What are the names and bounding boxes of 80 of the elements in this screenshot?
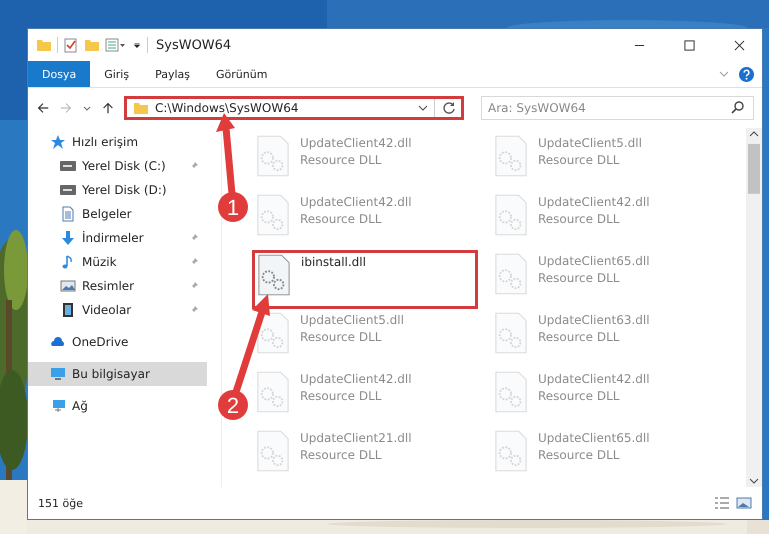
folder-icon	[133, 100, 149, 116]
settings-file-icon	[494, 193, 528, 237]
settings-file-icon	[494, 370, 528, 414]
down-arrow-icon	[60, 230, 76, 246]
settings-file-icon	[494, 134, 528, 178]
file-name: UpdateClient42.dll	[538, 195, 650, 209]
list-caret-icon[interactable]	[105, 37, 127, 53]
file-name: UpdateClient65.dll	[538, 254, 650, 268]
file-type: Resource DLL	[538, 448, 620, 462]
settings-file-icon	[494, 311, 528, 355]
search-field[interactable]: Ara: SysWOW64	[481, 96, 754, 120]
properties-icon[interactable]	[63, 37, 79, 53]
item-count: 151 öğe	[38, 496, 83, 510]
file-type: Resource DLL	[538, 389, 620, 403]
nav-item[interactable]: Bu bilgisayar	[28, 362, 207, 386]
maximize-icon[interactable]	[684, 40, 695, 50]
drive-icon	[60, 182, 76, 198]
nav-item[interactable]: İndirmeler	[28, 226, 207, 250]
refresh-icon[interactable]	[441, 100, 457, 116]
ribbon-tab[interactable]: Görünüm	[204, 61, 280, 87]
settings-file-icon	[494, 252, 528, 296]
settings-file-icon	[256, 370, 290, 414]
settings-file-icon	[256, 134, 290, 178]
file-type: Resource DLL	[538, 330, 620, 344]
settings-file-icon	[257, 253, 291, 297]
file-type: Resource DLL	[538, 271, 620, 285]
settings-file-icon	[256, 429, 290, 473]
settings-file-icon	[494, 429, 528, 473]
ribbon-tab[interactable]: Paylaş	[143, 61, 202, 87]
address-path: C:\Windows\SysWOW64	[155, 101, 300, 115]
help-icon[interactable]	[739, 66, 754, 82]
large-icons-view-icon[interactable]	[736, 495, 752, 511]
back-arrow-icon[interactable]	[36, 101, 50, 115]
ribbon-tab[interactable]: Dosya	[28, 61, 90, 87]
file-name: ibinstall.dll	[301, 255, 366, 269]
settings-file-icon	[256, 193, 290, 237]
ribbon-tab[interactable]: Giriş	[92, 61, 142, 87]
file-name: UpdateClient5.dll	[538, 136, 642, 150]
search-icon	[730, 100, 746, 116]
file-type: Resource DLL	[300, 389, 382, 403]
file-name: UpdateClient21.dll	[300, 431, 412, 445]
file-name: UpdateClient42.dll	[300, 195, 412, 209]
pc-icon	[50, 366, 66, 382]
film-icon	[60, 302, 76, 318]
drive-icon	[60, 158, 76, 174]
nav-item[interactable]: Ağ	[28, 394, 207, 418]
nav-item[interactable]: Müzik	[28, 250, 207, 274]
file-type: Resource DLL	[300, 212, 382, 226]
nav-item[interactable]: Resimler	[28, 274, 207, 298]
file-type: Resource DLL	[538, 212, 620, 226]
up-arrow-icon[interactable]	[101, 101, 115, 115]
network-icon	[50, 398, 66, 414]
chevron-icon[interactable]	[719, 69, 729, 79]
nav-item[interactable]: Yerel Disk (C:)	[28, 154, 207, 178]
file-name: UpdateClient42.dll	[300, 136, 412, 150]
address-bar[interactable]: C:\Windows\SysWOW64	[124, 96, 464, 120]
file-name: UpdateClient42.dll	[538, 372, 650, 386]
star-icon	[50, 134, 66, 150]
nav-item[interactable]: Hızlı erişim	[28, 130, 207, 154]
image-icon	[60, 278, 76, 294]
nav-item[interactable]: Belgeler	[28, 202, 207, 226]
scrollbar[interactable]	[746, 128, 762, 487]
nav-item[interactable]: OneDrive	[28, 330, 207, 354]
document-icon	[60, 206, 76, 222]
file-name: UpdateClient42.dll	[300, 372, 412, 386]
file-item[interactable]: ibinstall.dll	[252, 250, 478, 309]
dropdown-caret-icon[interactable]	[418, 103, 428, 113]
file-name: UpdateClient63.dll	[538, 313, 650, 327]
file-type: Resource DLL	[300, 153, 382, 167]
file-name: UpdateClient65.dll	[538, 431, 650, 445]
details-view-icon[interactable]	[714, 495, 730, 511]
window-title: SysWOW64	[156, 38, 232, 52]
settings-file-icon	[256, 311, 290, 355]
file-type: Resource DLL	[300, 330, 382, 344]
file-name: UpdateClient5.dll	[300, 313, 404, 327]
nav-item[interactable]: Yerel Disk (D:)	[28, 178, 207, 202]
file-type: Resource DLL	[300, 448, 382, 462]
nav-item[interactable]: Videolar	[28, 298, 207, 322]
file-type: Resource DLL	[538, 153, 620, 167]
close-icon[interactable]	[734, 40, 745, 50]
